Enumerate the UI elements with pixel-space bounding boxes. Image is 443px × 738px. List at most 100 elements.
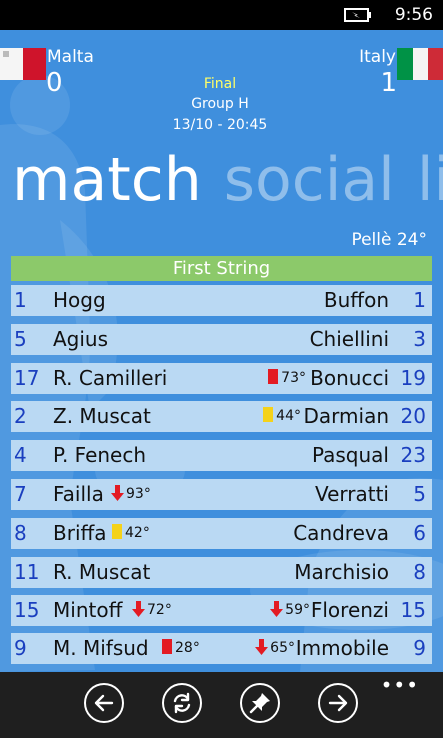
away-player-name: Marchisio: [294, 560, 389, 584]
sub-out-arrow-icon: [270, 601, 284, 617]
lineup-row[interactable]: 11 R. Muscat Marchisio 8: [11, 557, 432, 588]
home-player-name: Briffa: [53, 521, 107, 545]
home-player-name: Z. Muscat: [53, 404, 151, 428]
home-event-minute: 42°: [125, 525, 150, 541]
home-player-name: R. Camilleri: [53, 366, 168, 390]
lineup-row[interactable]: 9 M. Mifsud 28° 65° Immobile 9: [11, 633, 432, 664]
home-player-name: Failla: [53, 482, 104, 506]
tab-live[interactable]: liv: [417, 145, 443, 215]
pivot-header: match social liv: [12, 144, 443, 216]
pin-button[interactable]: [240, 683, 280, 723]
sub-out-arrow-icon: [132, 601, 145, 617]
lineup-row[interactable]: 4 P. Fenech Pasqual 23: [11, 440, 432, 471]
home-player-number: 4: [14, 443, 27, 467]
clock: 9:56: [394, 5, 433, 25]
yellow-card-icon: [263, 407, 274, 422]
pin-icon: [249, 693, 270, 714]
lineup-row[interactable]: 15 Mintoff 72° 59° Florenzi 15: [11, 595, 432, 626]
away-player-number: 5: [413, 482, 426, 506]
forward-icon: [328, 694, 348, 712]
away-player-number: 23: [400, 443, 426, 467]
away-player-number: 9: [413, 636, 426, 660]
red-card-icon: [268, 369, 279, 384]
sub-out-arrow-icon: [255, 639, 269, 655]
back-button[interactable]: [84, 683, 124, 723]
home-event: 42°: [112, 518, 150, 549]
tab-match[interactable]: match: [12, 145, 202, 215]
home-player-name: Mintoff: [53, 598, 123, 622]
lineup-row[interactable]: 7 Failla 93° Verratti 5: [11, 479, 432, 510]
match-status: Final: [203, 76, 237, 92]
home-player-name: Agius: [53, 327, 109, 351]
home-player-name: P. Fenech: [53, 443, 147, 467]
away-player-number: 6: [413, 521, 426, 545]
home-player-number: 17: [14, 366, 40, 390]
yellow-card-icon: [112, 524, 122, 539]
home-event-minute: 72°: [147, 602, 172, 618]
away-event: 59°: [270, 595, 310, 626]
home-event: 72°: [132, 595, 172, 626]
match-datetime: 13/10 - 20:45: [172, 117, 268, 133]
home-player-number: 11: [14, 560, 40, 584]
away-team-name: Italy: [359, 47, 396, 67]
away-event-minute: 44°: [276, 408, 301, 424]
away-player-name: Darmian: [303, 404, 390, 428]
away-player-name: Immobile: [295, 636, 389, 660]
refresh-button[interactable]: [162, 683, 202, 723]
lineup-row[interactable]: 5 Agius Chiellini 3: [11, 324, 432, 355]
malta-flag-icon: [0, 48, 46, 80]
away-player-number: 15: [400, 598, 426, 622]
match-view[interactable]: Malta Italy 0 1 Final Group H 13/10 - 20…: [0, 30, 443, 672]
away-event-minute: 65°: [270, 640, 295, 656]
lineup-row[interactable]: 17 R. Camilleri 73° Bonucci 19: [11, 363, 432, 394]
home-player-number: 8: [14, 521, 27, 545]
away-event: 44°: [263, 401, 301, 432]
away-player-name: Pasqual: [311, 443, 389, 467]
home-event-minute: 28°: [175, 640, 200, 656]
more-menu-button[interactable]: •••: [381, 673, 419, 697]
away-event: 65°: [255, 633, 295, 664]
home-player-name: M. Mifsud: [53, 636, 149, 660]
away-player-name: Bonucci: [310, 366, 389, 390]
battery-charging-icon: [344, 8, 371, 22]
sub-out-arrow-icon: [111, 485, 124, 501]
lineup-row[interactable]: 1 Hogg Buffon 1: [11, 285, 432, 316]
lineup-row[interactable]: 8 Briffa 42° Candreva 6: [11, 518, 432, 549]
away-player-name: Florenzi: [310, 598, 389, 622]
home-event: 93°: [111, 479, 151, 510]
match-group: Group H: [191, 96, 249, 112]
home-score: 0: [46, 68, 63, 98]
away-event-minute: 59°: [285, 602, 310, 618]
home-team-name: Malta: [47, 47, 94, 67]
red-card-icon: [162, 639, 172, 654]
away-event: 73°: [268, 363, 306, 394]
away-player-number: 8: [413, 560, 426, 584]
away-player-number: 1: [413, 288, 426, 312]
forward-button[interactable]: [318, 683, 358, 723]
home-event-minute: 93°: [126, 486, 151, 502]
refresh-icon: [173, 692, 191, 714]
away-player-name: Candreva: [293, 521, 389, 545]
home-player-name: Hogg: [53, 288, 106, 312]
home-player-number: 2: [14, 404, 27, 428]
home-player-name: R. Muscat: [53, 560, 151, 584]
home-player-number: 15: [14, 598, 40, 622]
away-player-number: 19: [400, 366, 426, 390]
home-player-number: 1: [14, 288, 27, 312]
home-event: 28°: [162, 633, 200, 664]
home-player-number: 7: [14, 482, 27, 506]
tab-social[interactable]: social: [224, 145, 395, 215]
away-player-number: 3: [413, 327, 426, 351]
goal-scorer: Pellè 24°: [351, 230, 427, 250]
away-player-name: Buffon: [323, 288, 389, 312]
back-icon: [94, 694, 114, 712]
status-bar: 9:56: [0, 0, 443, 30]
home-player-number: 9: [14, 636, 27, 660]
home-player-number: 5: [14, 327, 27, 351]
app-bar: •••: [0, 672, 443, 738]
lineup-row[interactable]: 2 Z. Muscat 44° Darmian 20: [11, 401, 432, 432]
away-player-name: Chiellini: [309, 327, 389, 351]
away-player-number: 20: [400, 404, 426, 428]
italy-flag-icon: [397, 48, 443, 80]
away-score: 1: [380, 68, 397, 98]
